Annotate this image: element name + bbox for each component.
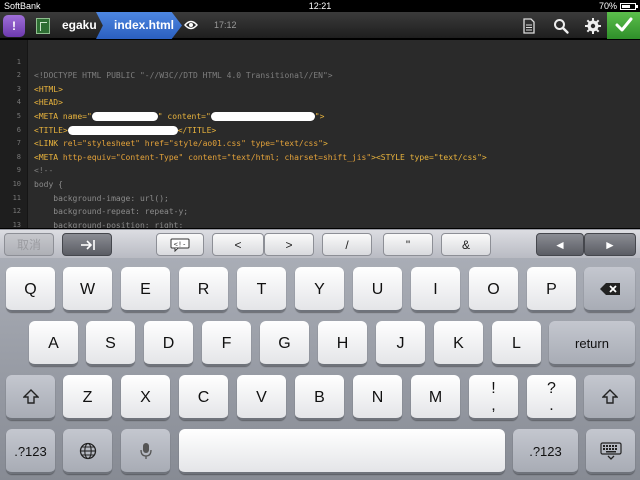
code-line: 9 body { bbox=[0, 151, 640, 189]
code-line: 13 } bbox=[0, 205, 640, 228]
comment-tag-button[interactable]: <!- bbox=[156, 233, 204, 256]
key-p[interactable]: P bbox=[527, 267, 576, 312]
code-line: 5 <TITLE> </TITLE> bbox=[0, 96, 640, 135]
code-text: background-position: right; bbox=[34, 220, 184, 228]
key-q[interactable]: Q bbox=[6, 267, 55, 312]
ampersand-button[interactable]: & bbox=[441, 233, 491, 256]
clock: 12:21 bbox=[308, 1, 332, 11]
eye-icon[interactable] bbox=[184, 20, 198, 30]
key-t[interactable]: T bbox=[237, 267, 286, 312]
key-z[interactable]: Z bbox=[63, 375, 112, 420]
key-m[interactable]: M bbox=[411, 375, 460, 420]
keyboard-dismiss-icon bbox=[599, 441, 622, 460]
quote-button[interactable]: " bbox=[383, 233, 433, 256]
comment-bubble-icon: <!- bbox=[170, 238, 190, 252]
search-icon[interactable] bbox=[552, 17, 570, 35]
key-o[interactable]: O bbox=[469, 267, 518, 312]
code-line: 2 <HTML> bbox=[0, 56, 640, 94]
app-menu-button[interactable]: ! bbox=[3, 15, 25, 37]
done-button[interactable] bbox=[607, 12, 640, 39]
cancel-button[interactable]: 取消 bbox=[4, 233, 54, 256]
globe-icon bbox=[79, 442, 96, 459]
shift-key-left[interactable] bbox=[6, 375, 55, 420]
less-than-button[interactable]: < bbox=[212, 233, 264, 256]
backspace-key[interactable] bbox=[584, 267, 635, 312]
battery-percent: 70% bbox=[598, 1, 617, 11]
code-editor[interactable]: 1 <!DOCTYPE HTML PUBLIC "-//W3C//DTD HTM… bbox=[0, 40, 640, 228]
backspace-icon bbox=[599, 282, 620, 295]
keyboard-accessory-bar: 取消 <!- < > / " & ◄ ► bbox=[0, 229, 640, 258]
tab-arrow-icon bbox=[81, 240, 95, 250]
key-j[interactable]: J bbox=[376, 321, 425, 366]
microphone-icon bbox=[139, 442, 152, 459]
breadcrumb-folder[interactable]: egaku bbox=[62, 12, 97, 39]
space-key[interactable] bbox=[179, 429, 505, 474]
key-f[interactable]: F bbox=[202, 321, 251, 366]
shift-icon bbox=[601, 388, 618, 404]
code-line: 10 background-image: url(); bbox=[0, 164, 640, 203]
checkmark-icon bbox=[615, 17, 633, 32]
line-number: 13 bbox=[12, 220, 21, 228]
shift-key-right[interactable] bbox=[584, 375, 635, 420]
key-c[interactable]: C bbox=[179, 375, 228, 420]
last-saved-time: 17:12 bbox=[214, 20, 237, 30]
key-a[interactable]: A bbox=[29, 321, 78, 366]
code-line: 11 background-repeat: repeat-y; bbox=[0, 178, 640, 217]
code-line: 6 <LINK rel="stylesheet" href="style/ao0… bbox=[0, 110, 640, 149]
key-v[interactable]: V bbox=[237, 375, 286, 420]
dictation-key[interactable] bbox=[121, 429, 170, 474]
code-line: 3 <HEAD> bbox=[0, 69, 640, 108]
document-icon[interactable] bbox=[520, 17, 538, 35]
key-x[interactable]: X bbox=[121, 375, 170, 420]
hide-keyboard-key[interactable] bbox=[586, 429, 635, 474]
key-r[interactable]: R bbox=[179, 267, 228, 312]
battery-icon bbox=[620, 2, 638, 10]
shift-icon bbox=[22, 388, 39, 404]
tab-key-button[interactable] bbox=[62, 233, 112, 256]
code-line: 1 <!DOCTYPE HTML PUBLIC "-//W3C//DTD HTM… bbox=[0, 42, 640, 81]
slash-button[interactable]: / bbox=[322, 233, 372, 256]
key-k[interactable]: K bbox=[434, 321, 483, 366]
key-i[interactable]: I bbox=[411, 267, 460, 312]
key-exclaim-comma[interactable]: ! , bbox=[469, 375, 518, 420]
cursor-right-button[interactable]: ► bbox=[584, 233, 636, 256]
code-line: 8 <!-- bbox=[0, 137, 640, 176]
key-question-period[interactable]: ? . bbox=[527, 375, 576, 420]
globe-key[interactable] bbox=[63, 429, 112, 474]
status-bar: SoftBank 12:21 70% bbox=[0, 0, 640, 12]
key-e[interactable]: E bbox=[121, 267, 170, 312]
return-key[interactable]: return bbox=[549, 321, 635, 366]
key-s[interactable]: S bbox=[86, 321, 135, 366]
svg-text:<!-: <!- bbox=[174, 241, 187, 249]
key-y[interactable]: Y bbox=[295, 267, 344, 312]
key-g[interactable]: G bbox=[260, 321, 309, 366]
editor-toolbar: ! egaku index.html 17:12 bbox=[0, 12, 640, 39]
numbers-key-right[interactable]: .?123 bbox=[513, 429, 578, 474]
status-right: 70% bbox=[598, 0, 638, 12]
onscreen-keyboard: Q W E R T Y U I O P A S D F G H J K L re… bbox=[0, 258, 640, 480]
key-u[interactable]: U bbox=[353, 267, 402, 312]
key-n[interactable]: N bbox=[353, 375, 402, 420]
greater-than-button[interactable]: > bbox=[264, 233, 314, 256]
code-line: 7 <META http-equiv="Content-Type" conten… bbox=[0, 124, 640, 162]
gear-icon[interactable] bbox=[584, 17, 602, 35]
numbers-key-left[interactable]: .?123 bbox=[6, 429, 55, 474]
key-d[interactable]: D bbox=[144, 321, 193, 366]
key-b[interactable]: B bbox=[295, 375, 344, 420]
code-line: 12 background-position: right; bbox=[0, 192, 640, 228]
key-w[interactable]: W bbox=[63, 267, 112, 312]
cursor-left-button[interactable]: ◄ bbox=[536, 233, 584, 256]
key-h[interactable]: H bbox=[318, 321, 367, 366]
breadcrumb-file[interactable]: index.html bbox=[96, 12, 182, 39]
folder-icon bbox=[36, 18, 50, 34]
code-line: 4 <META name=" " content=" "> bbox=[0, 83, 640, 121]
key-l[interactable]: L bbox=[492, 321, 541, 366]
